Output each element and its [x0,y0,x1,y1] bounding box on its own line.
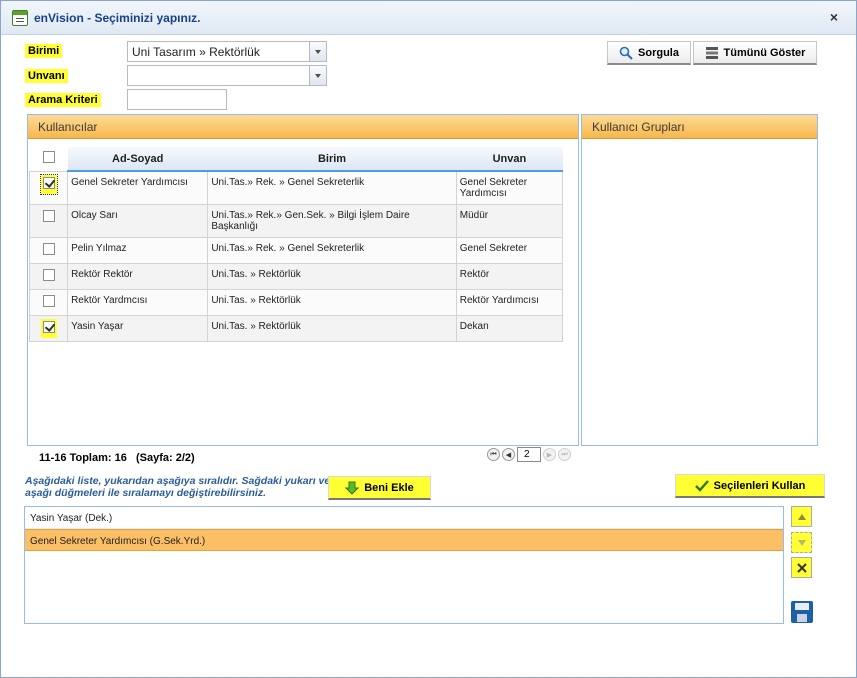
cell-unit: Uni.Tas. » Rektörlük [207,263,457,290]
checkmark-icon [694,479,709,492]
row-checkbox-cell [28,204,69,238]
chevron-down-icon[interactable] [309,66,326,85]
birimi-label: Birimi [25,44,63,58]
table-row[interactable]: Yasin Yaşar Uni.Tas. » Rektörlük Dekan [28,315,564,342]
arama-kriteri-label: Arama Kriteri [25,93,101,107]
secilenleri-kullan-label: Seçilenleri Kullan [713,479,806,492]
row-checkbox[interactable] [42,295,55,307]
search-icon [619,46,633,60]
cell-unit: Uni.Tas.» Rek. » Genel Sekreterlik [207,170,457,205]
row-checkbox[interactable] [42,210,55,222]
select-all-cell [29,147,68,171]
cell-unit: Uni.Tas. » Rektörlük [207,315,457,342]
checkbox-highlight [39,173,58,195]
cell-title: Rektör [455,263,564,290]
first-page-icon[interactable]: ⏮ [487,448,500,461]
table-row[interactable]: Rektör Rektör Uni.Tas. » Rektörlük Rektö… [28,263,564,290]
arrow-down-icon [345,481,360,495]
unvani-combo[interactable] [127,65,327,86]
birimi-combo[interactable]: Uni Tasarım » Rektörlük [127,41,327,62]
table-row[interactable]: Pelin Yılmaz Uni.Tas.» Rek. » Genel Sekr… [28,237,564,264]
cell-title: Genel Sekreter Yardımcısı [455,170,564,205]
remove-button[interactable] [791,557,812,578]
col-birim[interactable]: Birim [207,147,457,172]
groups-panel-header: Kullanıcı Grupları [582,115,817,139]
app-icon [12,10,28,26]
cell-name: Yasin Yaşar [67,315,209,342]
save-icon[interactable] [791,601,813,623]
cell-title: Genel Sekreter [455,237,564,264]
cell-name: Pelin Yılmaz [67,237,209,264]
cell-name: Rektör Yardmcısı [67,289,209,316]
unvani-label: Unvanı [25,69,68,83]
checkbox-highlight [40,319,57,338]
page-number-input[interactable]: 2 [517,447,541,462]
cell-title: Müdür [455,204,564,238]
table-row[interactable]: Genel Sekreter Yardımcısı Uni.Tas.» Rek.… [28,170,564,205]
title-bar: enVision - Seçiminizi yapınız. × [1,1,856,35]
row-checkbox[interactable] [42,243,55,255]
row-checkbox-cell [28,263,69,290]
triangle-down-icon [797,539,806,546]
col-ad-soyad[interactable]: Ad-Soyad [67,147,208,172]
secilenleri-kullan-button[interactable]: Seçilenleri Kullan [675,474,825,498]
cell-title: Rektör Yardımcısı [455,289,564,316]
row-checkbox-cell [28,315,69,342]
selected-list: Yasin Yaşar (Dek.) Genel Sekreter Yardım… [24,506,784,624]
prev-page-icon[interactable]: ◀ [502,448,515,461]
list-item[interactable]: Genel Sekreter Yardımcısı (G.Sek.Yrd.) [25,529,783,551]
beni-ekle-button[interactable]: Beni Ekle [328,476,431,500]
row-checkbox-cell [28,170,69,205]
cell-name: Rektör Rektör [67,263,209,290]
list-icon [705,46,718,59]
dialog-window: enVision - Seçiminizi yapınız. × Birimi … [0,0,857,678]
triangle-up-icon [797,513,806,520]
row-checkbox-cell [28,289,69,316]
close-icon[interactable]: × [830,9,838,25]
row-checkbox[interactable] [42,321,55,333]
cell-unit: Uni.Tas.» Rek.» Gen.Sek. » Bilgi İşlem D… [207,204,457,238]
cell-title: Dekan [455,315,564,342]
users-panel-header: Kullanıcılar [28,115,578,139]
cell-name: Olcay Sarı [67,204,209,238]
close-icon [796,562,807,573]
beni-ekle-label: Beni Ekle [364,481,414,494]
paging-status: 11-16 Toplam: 16 (Sayfa: 2/2) [39,452,195,464]
ordering-hint: Aşağıdaki liste, yukarıdan aşağıya sıral… [25,475,331,499]
table-row[interactable]: Olcay Sarı Uni.Tas.» Rek.» Gen.Sek. » Bi… [28,204,564,238]
row-checkbox[interactable] [42,269,55,281]
chevron-down-icon[interactable] [309,42,326,61]
table-row[interactable]: Rektör Yardmcısı Uni.Tas. » Rektörlük Re… [28,289,564,316]
pager: ⏮ ◀ 2 ▶ ⏭ [487,447,571,462]
move-up-button[interactable] [791,506,812,527]
birimi-value: Uni Tasarım » Rektörlük [132,45,260,59]
row-checkbox[interactable] [42,176,55,189]
list-item[interactable]: Yasin Yaşar (Dek.) [25,507,783,529]
sorgula-label: Sorgula [638,46,679,59]
tumunu-goster-button[interactable]: Tümünü Göster [693,41,817,65]
cell-name: Genel Sekreter Yardımcısı [67,170,209,205]
col-unvan[interactable]: Unvan [456,147,563,172]
next-page-icon[interactable]: ▶ [543,448,556,461]
window-title: enVision - Seçiminizi yapınız. [34,11,201,25]
tumunu-goster-label: Tümünü Göster [723,46,806,59]
last-page-icon[interactable]: ⏭ [558,448,571,461]
arama-kriteri-input[interactable] [127,89,227,110]
move-down-button[interactable] [791,532,812,553]
users-grid: Ad-Soyad Birim Unvan Genel Sekreter Yard… [28,147,564,342]
sorgula-button[interactable]: Sorgula [607,41,691,65]
cell-unit: Uni.Tas. » Rektörlük [207,289,457,316]
groups-panel: Kullanıcı Grupları [581,114,818,446]
row-checkbox-cell [28,237,69,264]
select-all-checkbox[interactable] [42,151,55,164]
cell-unit: Uni.Tas.» Rek. » Genel Sekreterlik [207,237,457,264]
